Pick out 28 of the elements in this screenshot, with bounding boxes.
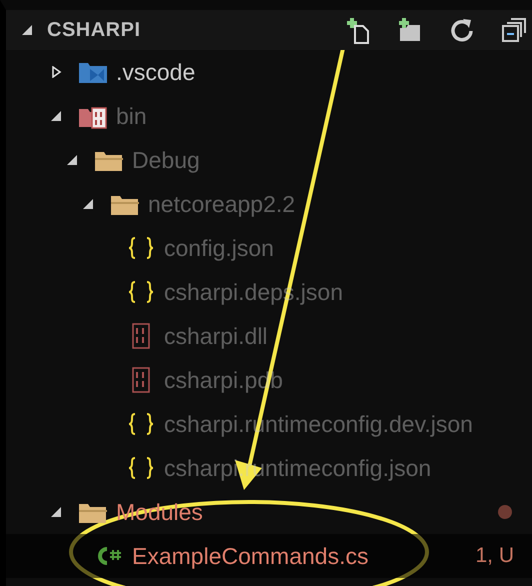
expand-arrow-icon[interactable] bbox=[50, 110, 62, 122]
file-name: ExampleCommands.cs bbox=[132, 542, 368, 570]
collapse-all-icon[interactable] bbox=[500, 16, 528, 44]
braces-icon bbox=[126, 455, 156, 481]
tree-item[interactable]: ExampleCommands.cs 1, U bbox=[6, 534, 532, 578]
expand-arrow-icon[interactable] bbox=[50, 506, 62, 518]
file-name: config.json bbox=[164, 234, 274, 262]
braces-icon bbox=[126, 235, 156, 261]
expand-arrow-icon[interactable] bbox=[50, 66, 62, 78]
git-status: 1, U bbox=[475, 544, 514, 568]
tree-item[interactable]: .vscode bbox=[6, 50, 532, 94]
tree-item[interactable]: Debug bbox=[6, 138, 532, 182]
tree-item[interactable]: netcoreapp2.2 bbox=[6, 182, 532, 226]
file-name: netcoreapp2.2 bbox=[148, 190, 296, 218]
file-name: Debug bbox=[132, 146, 200, 174]
tree-item[interactable]: config.json bbox=[6, 226, 532, 270]
braces-icon bbox=[126, 279, 156, 305]
expand-arrow-icon[interactable] bbox=[66, 154, 78, 166]
file-name: .vscode bbox=[116, 58, 196, 86]
file-name: csharpi.dll bbox=[164, 322, 268, 350]
file-name: bin bbox=[116, 102, 147, 130]
tree-item[interactable]: csharpi.dll bbox=[6, 314, 532, 358]
folder-title: CSHARPI bbox=[47, 18, 141, 42]
tree-item[interactable]: bin bbox=[6, 94, 532, 138]
braces-icon bbox=[126, 411, 156, 437]
expand-arrow-icon[interactable] bbox=[21, 24, 33, 36]
new-file-icon[interactable] bbox=[344, 16, 372, 44]
expand-arrow-icon[interactable] bbox=[82, 198, 94, 210]
